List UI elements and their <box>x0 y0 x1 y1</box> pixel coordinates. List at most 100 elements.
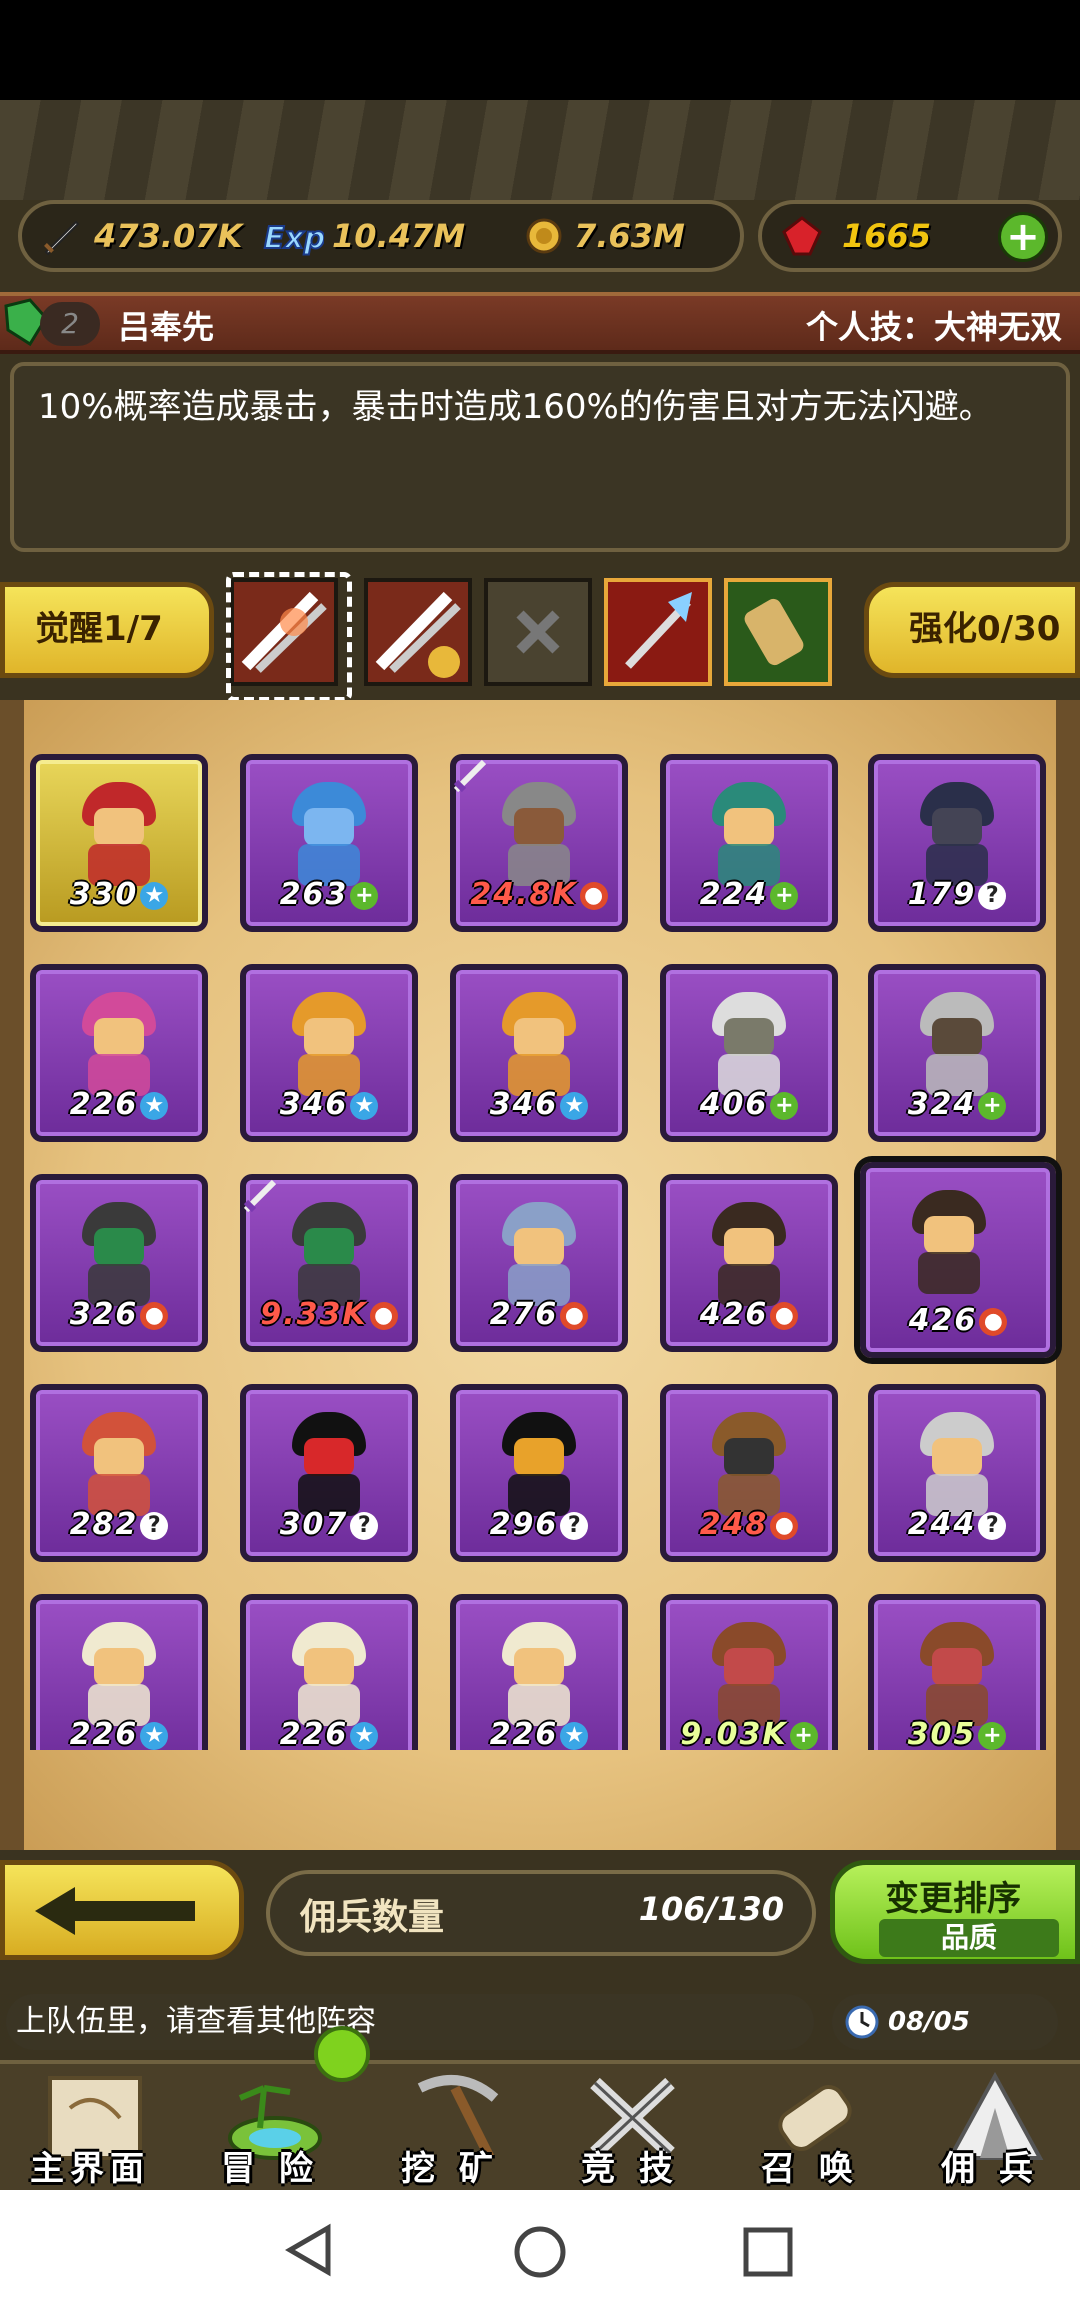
power-value: 226 <box>489 1717 559 1750</box>
mercenary-card[interactable]: 224 + <box>660 754 838 932</box>
mercenary-card[interactable]: 282? <box>30 1384 208 1562</box>
crossed-blades-handshake-icon <box>375 591 461 678</box>
mercenary-portrait <box>914 1622 1000 1726</box>
fist-icon: ● <box>579 881 608 910</box>
enhance-button[interactable]: 强化0/30 <box>864 582 1080 678</box>
change-sort-button[interactable]: 变更排序 品质 <box>830 1860 1080 1964</box>
hero-level: 2 <box>40 302 100 346</box>
awaken-slot-2[interactable] <box>364 578 472 686</box>
sort-title: 变更排序 <box>885 1879 1021 1919</box>
mercenary-card[interactable]: 226 ★ <box>240 1594 418 1750</box>
plus-icon: + <box>978 1091 1007 1120</box>
mercenary-card[interactable]: 296? <box>450 1384 628 1562</box>
nav-main[interactable]: 主界面 <box>0 2060 180 2190</box>
power-value: 406 <box>699 1087 769 1122</box>
star-icon: ★ <box>350 1721 379 1750</box>
exp-value: 10.47M <box>332 217 466 255</box>
star-icon: ★ <box>560 1091 589 1120</box>
mercenary-card[interactable]: 179? <box>868 754 1046 932</box>
rank-gem-icon <box>0 296 48 350</box>
nav-arena[interactable]: 竞 技 <box>540 2060 720 2190</box>
recents-square-icon[interactable] <box>742 2226 794 2278</box>
mercenary-card[interactable]: 330 ★ <box>30 754 208 932</box>
back-button[interactable] <box>0 1860 244 1960</box>
mercenary-power: 426 ● <box>866 1303 1050 1338</box>
halberd-icon <box>625 592 692 669</box>
attack-value: 473.07K <box>94 217 243 255</box>
mercenary-portrait <box>496 992 582 1096</box>
nav-mining-label: 挖 矿 <box>401 2149 499 2189</box>
mercenary-card[interactable]: 276 ● <box>450 1174 628 1352</box>
mercenary-power: 346 ★ <box>456 1087 622 1122</box>
mercenary-power: 406 + <box>666 1087 832 1122</box>
power-value: 244 <box>907 1507 977 1542</box>
power-value: 179 <box>907 877 977 912</box>
mercenary-portrait <box>914 1412 1000 1516</box>
nav-mining[interactable]: 挖 矿 <box>360 2060 540 2190</box>
clock-display: 08/05 00:18 <box>832 1994 1058 2093</box>
nav-mercenary[interactable]: 佣 兵 <box>900 2060 1080 2190</box>
mercenary-power: 226 ★ <box>36 1717 202 1750</box>
mercenary-card[interactable]: 24.8K ● <box>450 754 628 932</box>
star-icon: ★ <box>140 1091 169 1120</box>
fist-icon: ● <box>770 1511 799 1540</box>
plus-icon: + <box>978 1721 1007 1750</box>
q-icon: ? <box>978 881 1007 910</box>
power-value: 305 <box>907 1717 977 1750</box>
mercenary-card[interactable]: 226 ★ <box>450 1594 628 1750</box>
equip-slot-scroll[interactable] <box>724 578 832 686</box>
power-value: 276 <box>489 1297 559 1332</box>
mercenary-card[interactable]: 244? <box>868 1384 1046 1562</box>
mercenary-card[interactable]: 305 + <box>868 1594 1046 1750</box>
mercenary-power: 263 + <box>246 877 412 912</box>
arrow-left-icon <box>35 1887 195 1935</box>
mercenary-portrait <box>706 1202 792 1306</box>
equip-slot-halberd[interactable] <box>604 578 712 686</box>
mercenary-power: 324 + <box>874 1087 1040 1122</box>
mercenary-card[interactable]: 226 ★ <box>30 1594 208 1750</box>
plus-icon: + <box>350 881 379 910</box>
power-value: 224 <box>699 877 769 912</box>
mercenary-portrait <box>286 782 372 886</box>
mercenary-card[interactable]: 346 ★ <box>450 964 628 1142</box>
back-triangle-icon[interactable] <box>282 2222 336 2278</box>
power-value: 263 <box>279 877 349 912</box>
hero-skill: 个人技：大神无双 <box>805 308 1062 346</box>
mercenary-card[interactable]: 426 ● <box>860 1162 1056 1358</box>
power-value: 330 <box>69 877 139 912</box>
mercenary-card[interactable]: 307? <box>240 1384 418 1562</box>
mercenary-power: 276 ● <box>456 1297 622 1332</box>
awaken-slot-1[interactable] <box>226 572 352 702</box>
q-icon: ? <box>560 1511 589 1540</box>
mercenary-card[interactable]: 226 ★ <box>30 964 208 1142</box>
mercenary-portrait <box>286 1202 372 1306</box>
awaken-button[interactable]: 觉醒1/7 <box>0 582 214 678</box>
home-circle-icon[interactable] <box>512 2224 568 2280</box>
mercenary-card[interactable]: 426 ● <box>660 1174 838 1352</box>
mercenary-count-value: 106/130 <box>638 1890 784 1928</box>
nav-summon[interactable]: 召 唤 <box>720 2060 900 2190</box>
mercenary-card[interactable]: 346 ★ <box>240 964 418 1142</box>
mercenary-card[interactable]: 9.33K ● <box>240 1174 418 1352</box>
exp-icon: Exp <box>260 212 324 260</box>
hero-name: 吕奉先 <box>118 308 215 346</box>
add-gems-button[interactable]: + <box>998 212 1048 262</box>
mercenary-card[interactable]: 406 + <box>660 964 838 1142</box>
skill-description: 10%概率造成暴击，暴击时造成160%的伤害且对方无法闪避。 <box>10 362 1070 552</box>
mercenary-power: 307? <box>246 1507 412 1542</box>
mercenary-portrait <box>706 1622 792 1726</box>
mercenary-card[interactable]: 324 + <box>868 964 1046 1142</box>
power-value: 426 <box>699 1297 769 1332</box>
mercenary-card[interactable]: 9.03K + <box>660 1594 838 1750</box>
mercenary-card[interactable]: 248 ● <box>660 1384 838 1562</box>
power-value: 346 <box>279 1087 349 1122</box>
mercenary-card[interactable]: 326 ● <box>30 1174 208 1352</box>
power-value: 307 <box>279 1507 349 1542</box>
mercenary-portrait <box>286 1622 372 1726</box>
svg-text:Exp: Exp <box>264 221 324 256</box>
mercenary-portrait <box>914 992 1000 1096</box>
power-value: 296 <box>489 1507 559 1542</box>
power-value: 226 <box>279 1717 349 1750</box>
nav-adventure[interactable]: 冒 险 <box>180 2060 360 2190</box>
mercenary-card[interactable]: 263 + <box>240 754 418 932</box>
